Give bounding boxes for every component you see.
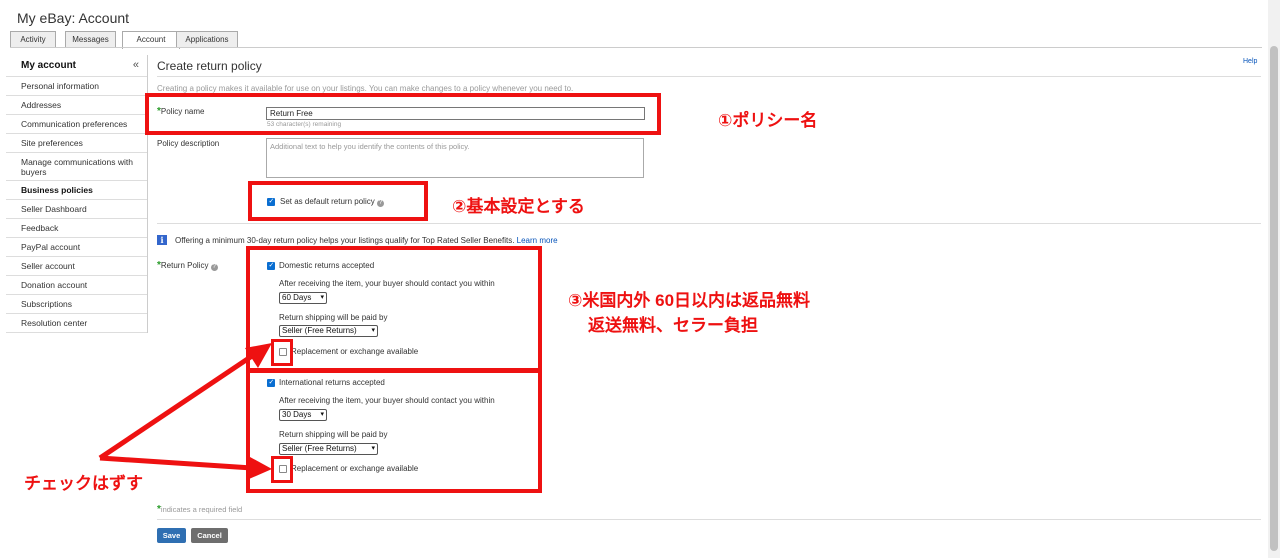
annotation-return-shipping: 返送無料、セラー負担: [588, 316, 758, 335]
annotation-arrows: [98, 343, 272, 479]
annotation-return-terms: ③米国内外 60日以内は返品無料: [568, 291, 811, 310]
annotation-policy-name: ①ポリシー名: [718, 111, 818, 130]
annotation-uncheck: チェックはずす: [24, 474, 143, 493]
annotation-default: ②基本設定とする: [452, 197, 585, 216]
scrollbar-thumb[interactable]: [1270, 46, 1278, 551]
